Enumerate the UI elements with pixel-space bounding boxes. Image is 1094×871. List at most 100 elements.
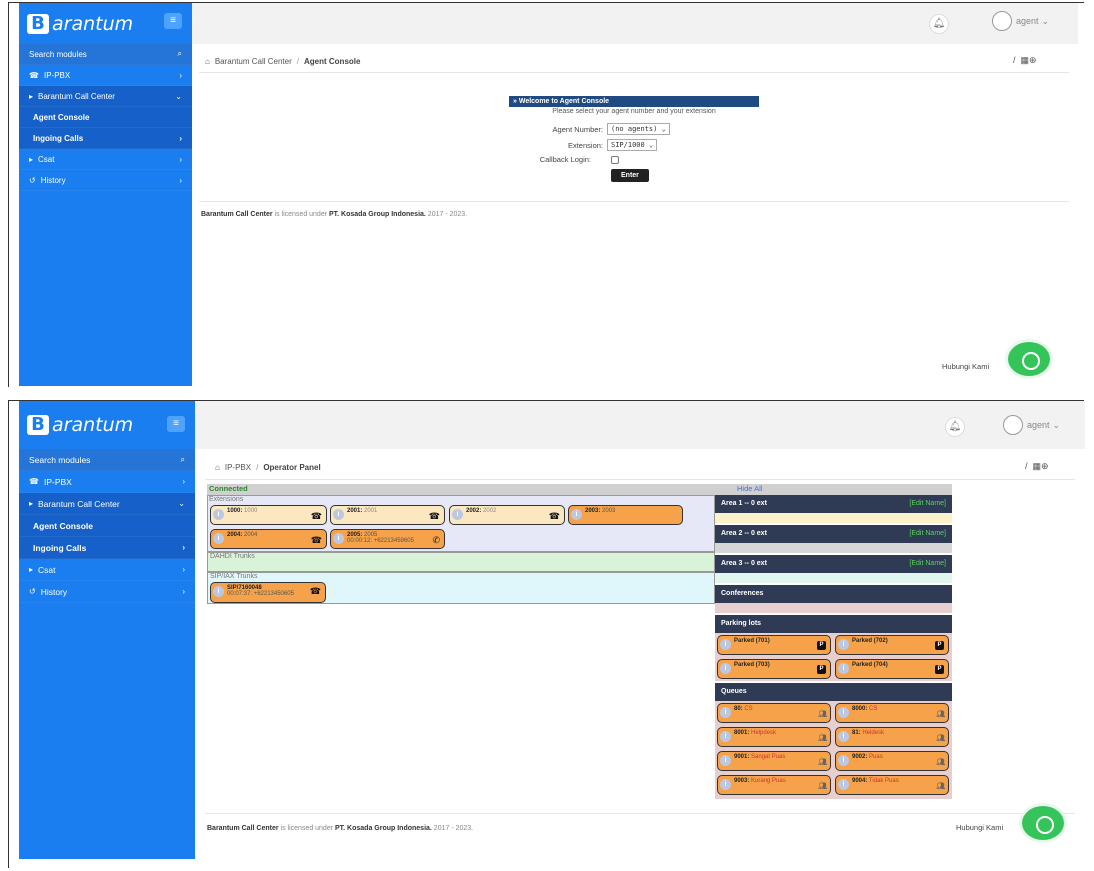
info-icon: i	[720, 639, 731, 650]
status-text: Connected	[209, 484, 248, 493]
console-title: » Welcome to Agent Console	[509, 96, 759, 107]
brand[interactable]: B arantum ≡	[19, 3, 192, 44]
queue-card[interactable]: i 8000: CS 👥︎	[835, 703, 949, 723]
edit-name-link[interactable]: [Edit Name]	[909, 495, 946, 513]
whatsapp-icon[interactable]	[1005, 339, 1053, 379]
breadcrumb-separator: /	[256, 463, 259, 472]
hide-all-link[interactable]: Hide All	[737, 484, 762, 493]
bell-icon[interactable]: 🔔︎	[945, 417, 965, 437]
view-icons[interactable]: / ▦⊕	[1013, 55, 1037, 66]
queue-name: Sangat Puas	[749, 754, 786, 760]
sidebar-item-csat[interactable]: ▸ Csat ›	[19, 559, 195, 581]
user-menu[interactable]: agent ⌄	[992, 11, 1049, 31]
console-subtitle: Please select your agent number and your…	[552, 108, 716, 115]
chevron-right-icon: ›	[182, 565, 185, 574]
menu-toggle-button[interactable]: ≡	[167, 416, 185, 432]
sidebar-item-ingoing-calls[interactable]: Ingoing Calls ›	[19, 128, 192, 149]
agents-icon: 👥︎	[936, 711, 945, 718]
sidebar-item-history[interactable]: ↺ History ›	[19, 170, 192, 191]
chevron-right-icon: ›	[179, 133, 182, 143]
info-icon: i	[720, 755, 731, 766]
parking-icon: P	[817, 665, 826, 674]
conferences-body	[715, 603, 952, 613]
area-body	[715, 543, 952, 553]
edit-name-link[interactable]: [Edit Name]	[909, 525, 946, 543]
agents-icon: 👥︎	[818, 711, 827, 718]
handset-icon: ✆	[432, 535, 440, 545]
footer: Barantum Call Center is licensed under P…	[201, 211, 467, 218]
breadcrumb-item[interactable]: IP-PBX	[225, 463, 251, 472]
sidebar-item-csat[interactable]: ▸ Csat ›	[19, 149, 192, 170]
home-icon[interactable]: ⌂	[205, 57, 210, 66]
info-icon: i	[838, 731, 849, 742]
info-icon: i	[452, 509, 463, 520]
trunk-call-line: 00:07:37: +62213450605	[227, 591, 294, 597]
queue-card[interactable]: i 81: Heldesk 👥︎	[835, 727, 949, 747]
sidebar-item-ip-pbx[interactable]: ☎ IP-PBX ›	[19, 65, 192, 86]
extension-card[interactable]: i 2001: 2001 ☎	[330, 505, 445, 525]
sidebar-item-call-center[interactable]: ▸ Barantum Call Center ⌄	[19, 493, 195, 515]
agents-icon: 👥︎	[818, 735, 827, 742]
extensions-label: Extensions	[209, 496, 244, 503]
home-icon[interactable]: ⌂	[215, 463, 220, 472]
sidebar-item-ingoing-calls[interactable]: Ingoing Calls ›	[19, 537, 195, 559]
brand[interactable]: B arantum ≡	[19, 401, 195, 449]
breadcrumb-item[interactable]: Barantum Call Center	[215, 57, 292, 66]
extension-card[interactable]: i 2002: 2002 ☎	[449, 505, 565, 525]
edit-name-link[interactable]: [Edit Name]	[909, 555, 946, 573]
queue-card[interactable]: i 80: CS 👥︎	[717, 703, 831, 723]
extension-card[interactable]: i 1000: 1000 ☎	[210, 505, 327, 525]
menu-toggle-button[interactable]: ≡	[164, 13, 182, 29]
queue-card[interactable]: i 9003: Kurang Puas 👥︎	[717, 775, 831, 795]
whatsapp-icon[interactable]	[1019, 803, 1067, 843]
info-icon: i	[720, 731, 731, 742]
parking-card[interactable]: i Parked (704) P	[835, 659, 949, 679]
sidebar-item-agent-console[interactable]: Agent Console	[19, 107, 192, 128]
sidebar-item-ip-pbx[interactable]: ☎ IP-PBX ›	[19, 471, 195, 493]
agent-console-screen: B arantum ≡ Search modules ⌕ ☎ IP-PBX › …	[8, 2, 1084, 387]
queue-card[interactable]: i 9001: Sangat Puas 👥︎	[717, 751, 831, 771]
parking-card[interactable]: i Parked (701) P	[717, 635, 831, 655]
queue-card[interactable]: i 9004: Tidak Puas 👥︎	[835, 775, 949, 795]
extension-number: 2003:	[585, 508, 601, 514]
callback-checkbox[interactable]	[611, 155, 619, 164]
phone-icon: ☎	[29, 70, 39, 80]
bell-icon[interactable]: 🔔︎	[929, 14, 949, 34]
extension-name: 2004	[242, 532, 258, 538]
extension-number: 2004:	[227, 532, 243, 538]
trunk-card[interactable]: i SIP/7160048 00:07:37: +62213450605 ☎	[210, 582, 326, 603]
conferences-title: Conferences	[721, 590, 764, 597]
search-modules[interactable]: Search modules ⌕	[19, 449, 195, 471]
trunks-column: Extensions i 1000: 1000 ☎ i 2001: 2001 ☎…	[207, 495, 715, 604]
queue-name: CS	[742, 706, 753, 712]
sidebar-item-call-center[interactable]: ▸ Barantum Call Center ⌄	[19, 86, 192, 107]
extension-card[interactable]: i 2003: 2003	[568, 505, 683, 525]
sidebar-item-label: Csat	[38, 564, 56, 575]
chevron-right-icon: ›	[179, 154, 182, 164]
agent-number-select[interactable]: (no agents) ⌄	[607, 123, 670, 135]
operator-panel: Connected Hide All Extensions i 1000: 10…	[207, 484, 952, 799]
area-body	[715, 573, 952, 583]
extension-card[interactable]: i 2004: 2004 ☎	[210, 529, 327, 549]
enter-button[interactable]: Enter	[611, 169, 649, 182]
agents-icon: 👥︎	[818, 783, 827, 790]
extension-select[interactable]: SIP/1000 ⌄	[607, 139, 658, 151]
topbar: 🔔︎ agent ⌄	[192, 3, 1078, 44]
sidebar-item-agent-console[interactable]: Agent Console	[19, 515, 195, 537]
view-icons[interactable]: / ▦⊕	[1025, 461, 1049, 472]
dahdi-trunks-section: DAHDI Trunks	[207, 552, 715, 572]
queue-card[interactable]: i 8001: Helpdesk 👥︎	[717, 727, 831, 747]
search-modules[interactable]: Search modules ⌕	[19, 44, 192, 65]
queue-card[interactable]: i 9002: Puas 👥︎	[835, 751, 949, 771]
sidebar-item-history[interactable]: ↺ History ›	[19, 581, 195, 603]
parking-icon: P	[935, 641, 944, 650]
extension-card[interactable]: i 2005: 2005 00:00:12: +62213459605 ✆	[330, 529, 445, 549]
dahdi-label: DAHDI Trunks	[210, 553, 255, 560]
extension-name: 2001	[362, 508, 378, 514]
user-menu[interactable]: agent ⌄	[1003, 415, 1060, 435]
chevron-down-icon: ⌄	[178, 499, 185, 508]
parking-card[interactable]: i Parked (702) P	[835, 635, 949, 655]
queue-number: 8001:	[734, 730, 750, 736]
footer: Barantum Call Center is licensed under P…	[207, 825, 473, 832]
parking-card[interactable]: i Parked (703) P	[717, 659, 831, 679]
